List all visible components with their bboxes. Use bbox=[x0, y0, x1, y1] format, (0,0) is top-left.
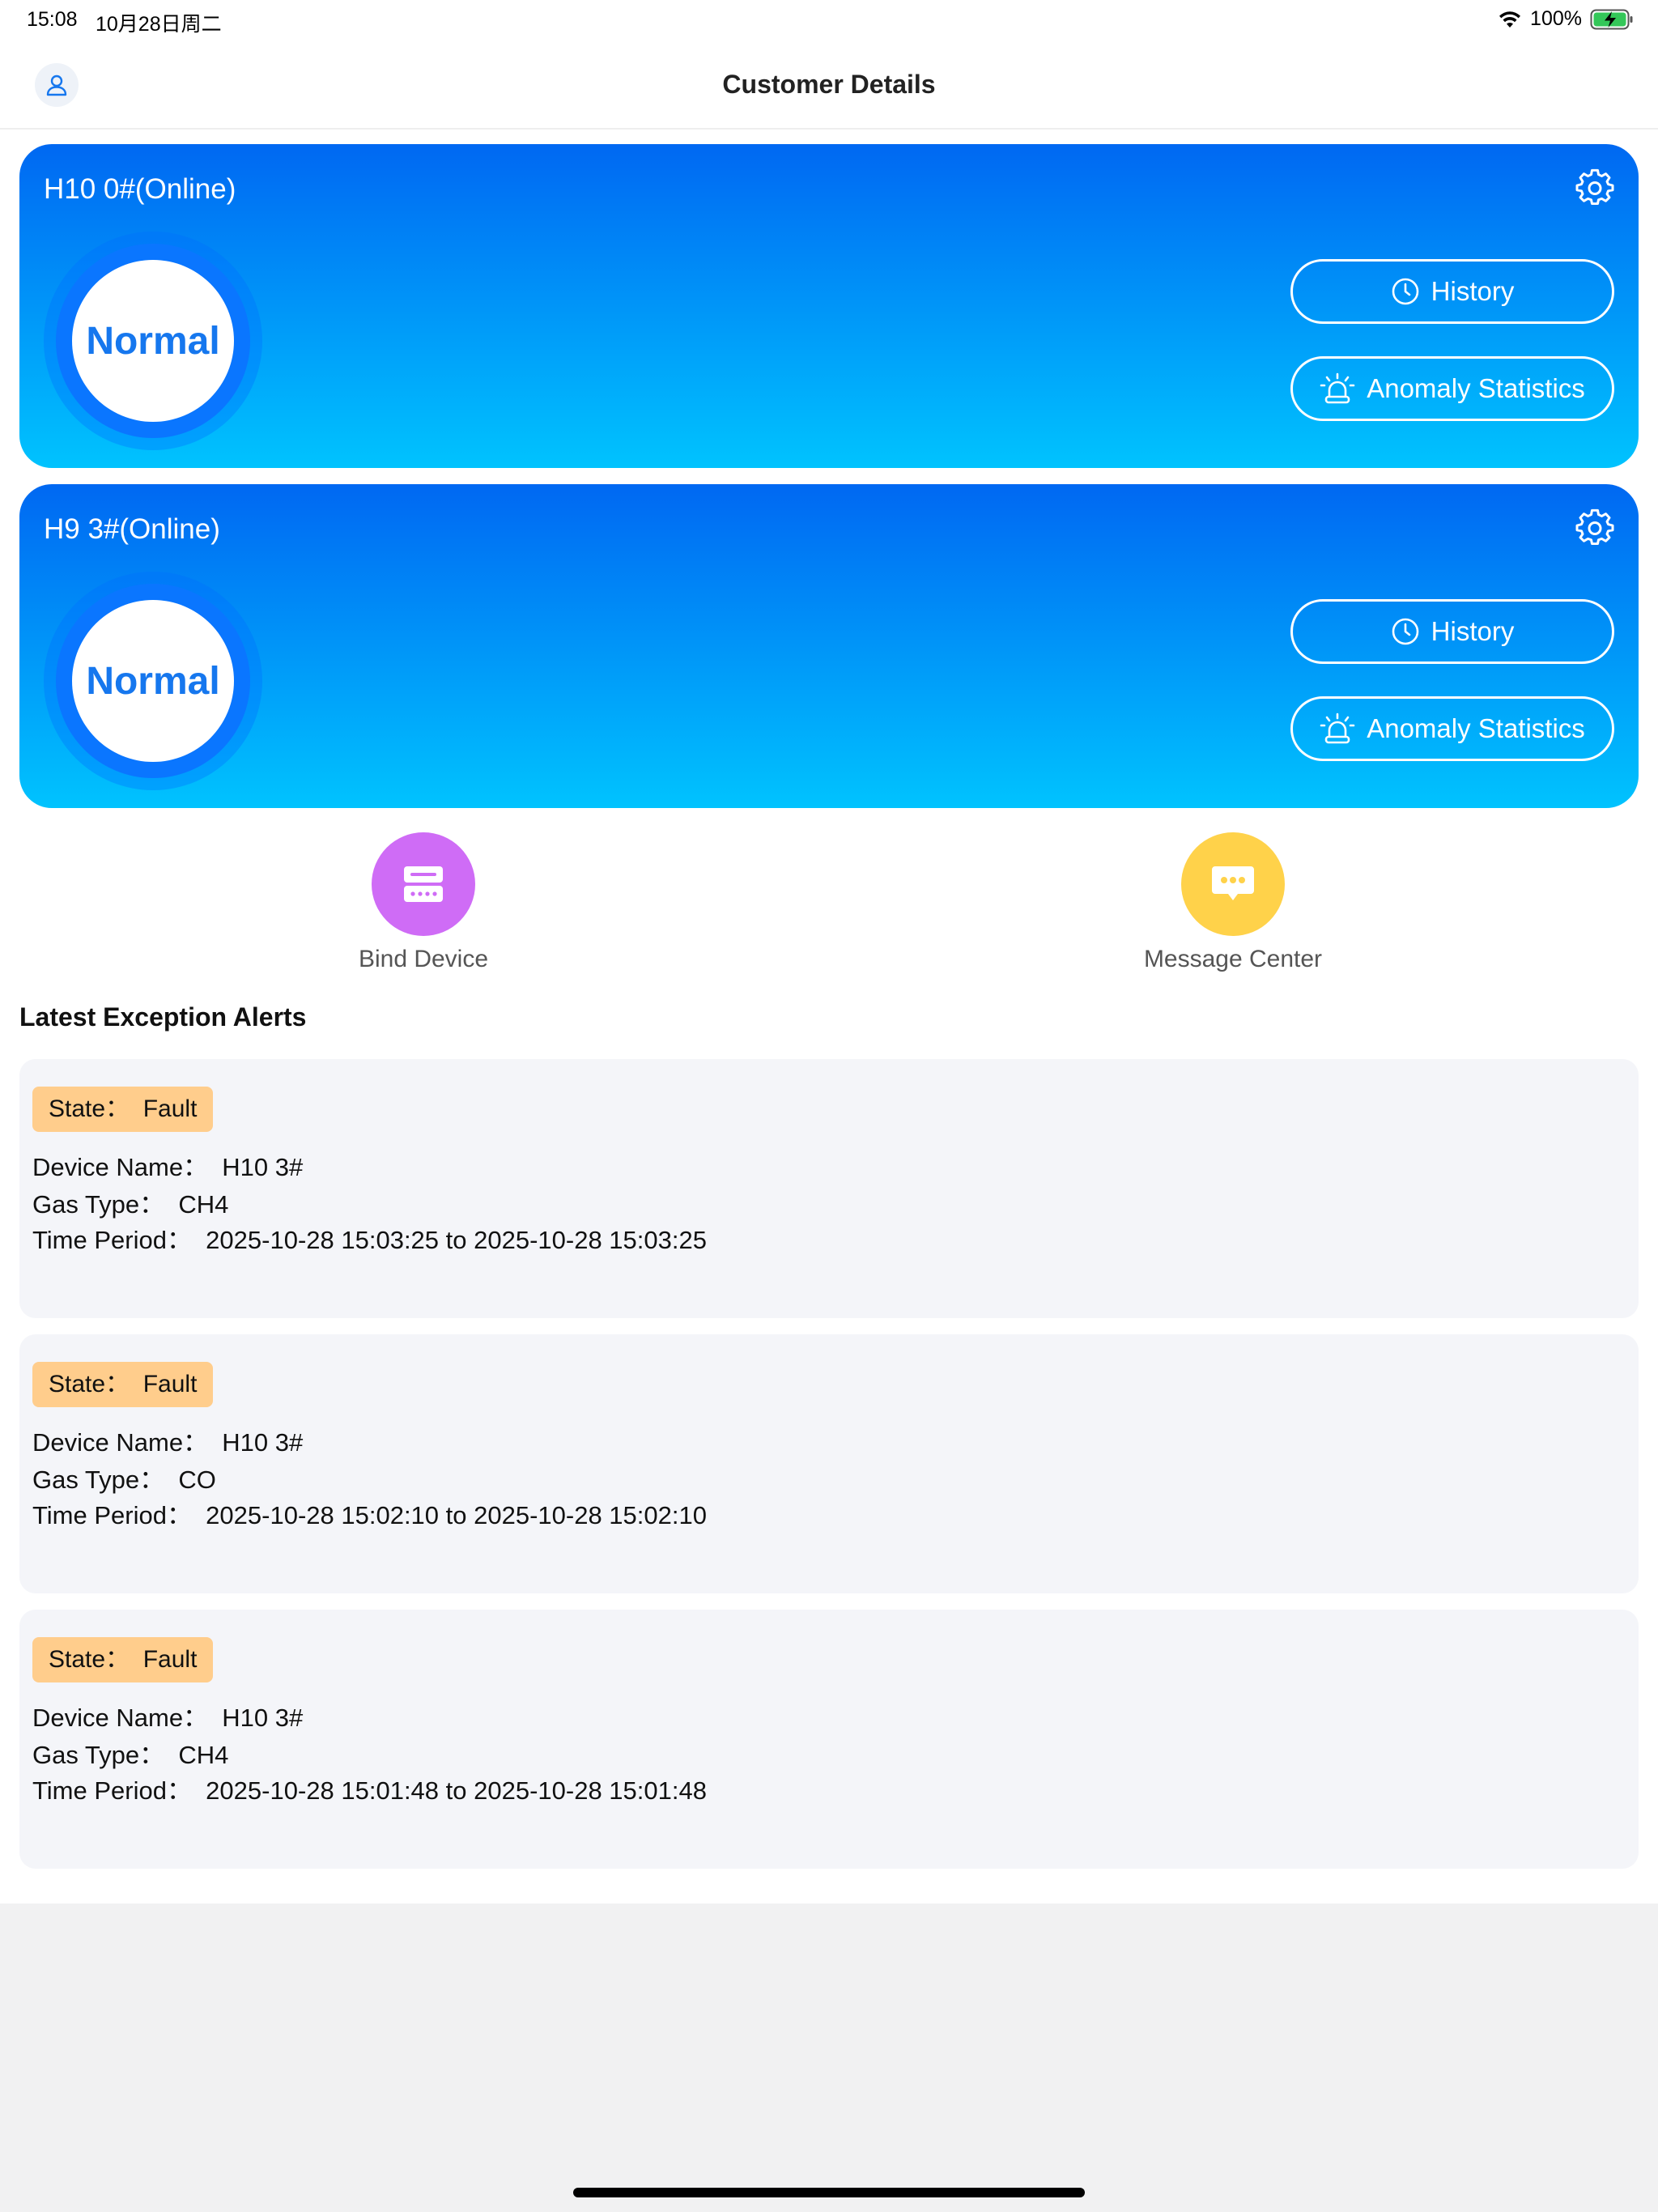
bind-device-circle bbox=[372, 832, 475, 936]
clock-icon bbox=[1392, 278, 1418, 305]
device-status: Normal bbox=[86, 659, 220, 703]
alert-card[interactable]: State： Fault Device Name： H10 3# Gas Typ… bbox=[19, 1610, 1639, 1869]
home-indicator[interactable] bbox=[573, 2188, 1085, 2197]
status-time: 15:08 bbox=[27, 8, 78, 31]
history-label: History bbox=[1431, 616, 1515, 646]
status-ring: Normal bbox=[44, 572, 262, 790]
alert-time-period: Time Period： 2025-10-28 15:03:25 to 2025… bbox=[32, 1226, 707, 1254]
message-center-label: Message Center bbox=[1143, 946, 1323, 972]
status-date: 10月28日周二 bbox=[96, 13, 222, 36]
bind-device-button[interactable]: Bind Device bbox=[302, 832, 545, 978]
device-title: H9 3#(Online) bbox=[44, 513, 220, 545]
status-ring: Normal bbox=[44, 232, 262, 450]
chat-bubble-icon bbox=[1212, 866, 1254, 900]
alarm-light-icon bbox=[1320, 713, 1355, 744]
anomaly-statistics-button[interactable]: Anomaly Statistics bbox=[1290, 696, 1614, 761]
state-badge: State： Fault bbox=[32, 1362, 214, 1407]
message-center-button[interactable]: Message Center bbox=[1112, 832, 1354, 978]
section-title: Latest Exception Alerts bbox=[19, 1002, 307, 1032]
device-status: Normal bbox=[86, 319, 220, 363]
history-label: History bbox=[1431, 276, 1515, 306]
state-badge: State： Fault bbox=[32, 1637, 214, 1682]
anomaly-statistics-button[interactable]: Anomaly Statistics bbox=[1290, 356, 1614, 421]
wifi-icon bbox=[1499, 11, 1521, 28]
status-right: 100% bbox=[1498, 7, 1634, 31]
alert-card[interactable]: State： Fault Device Name： H10 3# Gas Typ… bbox=[19, 1334, 1639, 1593]
alert-gas-type: Gas Type： CO bbox=[32, 1465, 216, 1494]
anomaly-label: Anomaly Statistics bbox=[1367, 713, 1585, 743]
alert-gas-type: Gas Type： CH4 bbox=[32, 1741, 229, 1769]
settings-gear-icon[interactable] bbox=[1575, 168, 1614, 207]
alert-card[interactable]: State： Fault Device Name： H10 3# Gas Typ… bbox=[19, 1059, 1639, 1318]
settings-gear-icon[interactable] bbox=[1575, 508, 1614, 547]
device-card: H9 3#(Online) Normal History Anomaly Sta… bbox=[19, 484, 1639, 808]
device-title: H10 0#(Online) bbox=[44, 173, 236, 205]
alert-device-name: Device Name： H10 3# bbox=[32, 1153, 304, 1181]
battery-charging-icon bbox=[1590, 9, 1633, 29]
message-center-circle bbox=[1181, 832, 1285, 936]
device-box-icon bbox=[404, 866, 443, 902]
alert-device-name: Device Name： H10 3# bbox=[32, 1428, 304, 1457]
battery-percent: 100% bbox=[1530, 7, 1582, 30]
device-card: H10 0#(Online) Normal History Anomaly St… bbox=[19, 144, 1639, 468]
app-screen: 15:08 10月28日周二 100% Customer Details H10… bbox=[0, 0, 1658, 1904]
alert-gas-type: Gas Type： CH4 bbox=[32, 1190, 229, 1219]
state-badge: State： Fault bbox=[32, 1087, 214, 1132]
alert-time-period: Time Period： 2025-10-28 15:01:48 to 2025… bbox=[32, 1776, 707, 1805]
history-button[interactable]: History bbox=[1290, 259, 1614, 324]
alert-device-name: Device Name： H10 3# bbox=[32, 1704, 304, 1732]
page-title: Customer Details bbox=[722, 70, 936, 99]
clock-icon bbox=[1392, 618, 1418, 645]
bind-device-label: Bind Device bbox=[358, 946, 489, 972]
history-button[interactable]: History bbox=[1290, 599, 1614, 664]
status-bar: 15:08 10月28日周二 100% bbox=[0, 0, 1658, 39]
nav-bar: Customer Details bbox=[0, 39, 1658, 130]
anomaly-label: Anomaly Statistics bbox=[1367, 373, 1585, 403]
alert-time-period: Time Period： 2025-10-28 15:02:10 to 2025… bbox=[32, 1501, 707, 1529]
alarm-light-icon bbox=[1320, 372, 1355, 404]
